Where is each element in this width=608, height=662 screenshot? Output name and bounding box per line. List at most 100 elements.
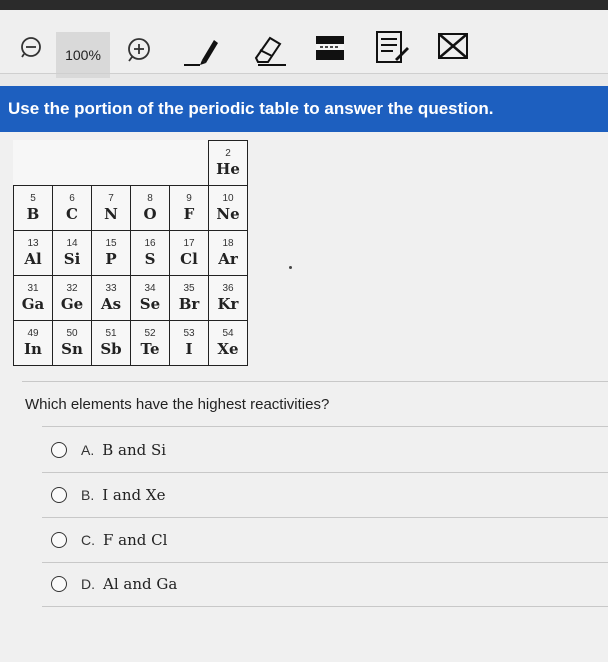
element-cell: 51 Sb bbox=[91, 320, 131, 366]
eraser-icon[interactable] bbox=[244, 30, 292, 70]
element-cell: 7N bbox=[91, 185, 131, 231]
element-cell: 34 Se bbox=[130, 275, 170, 321]
element-symbol: Ar bbox=[218, 250, 238, 268]
question-banner: Use the portion of the periodic table to… bbox=[0, 86, 608, 132]
pencil-icon[interactable] bbox=[176, 30, 224, 70]
atomic-number: 50 bbox=[66, 328, 78, 339]
element-symbol: Si bbox=[63, 250, 81, 268]
option-letter: D. bbox=[81, 576, 95, 592]
option-a[interactable]: A. B and Si bbox=[42, 428, 608, 472]
element-symbol: Se bbox=[139, 295, 161, 313]
radio-a[interactable] bbox=[51, 442, 67, 458]
element-symbol: Br bbox=[178, 295, 200, 313]
element-cell: 32 Ge bbox=[52, 275, 92, 321]
element-cell: 35 Br bbox=[169, 275, 209, 321]
atomic-number: 9 bbox=[186, 193, 192, 204]
zoom-out-icon[interactable] bbox=[16, 32, 46, 62]
zoom-in-icon[interactable] bbox=[122, 32, 156, 66]
radio-b[interactable] bbox=[51, 487, 67, 503]
element-symbol: Ga bbox=[21, 295, 45, 313]
element-symbol: In bbox=[24, 340, 42, 358]
element-cell: 8O bbox=[130, 185, 170, 231]
element-symbol: I bbox=[185, 340, 193, 358]
option-text: B and Si bbox=[102, 441, 167, 459]
element-cell: 50 Sn bbox=[52, 320, 92, 366]
option-letter: A. bbox=[81, 442, 95, 458]
banner-text: Use the portion of the periodic table to… bbox=[8, 99, 494, 118]
empty-cell bbox=[92, 141, 131, 186]
toolbar-divider bbox=[0, 73, 608, 74]
atomic-number: 51 bbox=[105, 328, 117, 339]
atomic-number: 36 bbox=[222, 283, 234, 294]
atomic-number: 35 bbox=[183, 283, 195, 294]
line-reader-icon[interactable] bbox=[312, 30, 348, 66]
toolbar: 100% bbox=[0, 10, 608, 78]
element-symbol: Ne bbox=[216, 205, 240, 223]
radio-c[interactable] bbox=[51, 532, 67, 548]
atomic-number: 16 bbox=[144, 238, 156, 249]
element-cell: 36 Kr bbox=[208, 275, 248, 321]
atomic-number: 17 bbox=[183, 238, 195, 249]
option-divider bbox=[42, 426, 608, 427]
atomic-number: 52 bbox=[144, 328, 156, 339]
option-text: F and Cl bbox=[103, 531, 168, 549]
atomic-number: 53 bbox=[183, 328, 195, 339]
atomic-number: 8 bbox=[147, 193, 153, 204]
element-cell: 49 In bbox=[13, 320, 53, 366]
top-strip bbox=[0, 0, 608, 10]
element-symbol: Xe bbox=[217, 340, 239, 358]
atomic-number: 33 bbox=[105, 283, 117, 294]
zoom-level: 100% bbox=[56, 32, 110, 78]
option-c[interactable]: C. F and Cl bbox=[42, 518, 608, 562]
section-divider bbox=[22, 381, 608, 382]
atomic-number: 7 bbox=[108, 193, 114, 204]
empty-cell bbox=[131, 141, 170, 186]
periodic-row: 5 B 6 C 7 N 8 O 9 F 10 Ne bbox=[13, 185, 248, 231]
atomic-number: 5 bbox=[30, 193, 36, 204]
empty-cell bbox=[53, 141, 92, 186]
option-text: I and Xe bbox=[102, 486, 166, 504]
atomic-number: 54 bbox=[222, 328, 234, 339]
empty-cell bbox=[170, 141, 209, 186]
atomic-number: 6 bbox=[69, 193, 75, 204]
element-cell: 5B bbox=[13, 185, 53, 231]
notepad-icon[interactable] bbox=[372, 28, 412, 68]
option-b[interactable]: B. I and Xe bbox=[42, 473, 608, 517]
element-symbol: C bbox=[66, 205, 78, 223]
periodic-row: 13 Al 14 Si 15 P 16 S 17 Cl 18 Ar bbox=[13, 230, 248, 276]
option-text: Al and Ga bbox=[103, 575, 178, 593]
atomic-number: 10 bbox=[222, 193, 234, 204]
element-cell: 52 Te bbox=[130, 320, 170, 366]
element-cell: 2 He bbox=[208, 140, 248, 186]
element-cell: 10 Ne bbox=[208, 185, 248, 231]
atomic-number: 32 bbox=[66, 283, 78, 294]
element-cell: 31 Ga bbox=[13, 275, 53, 321]
element-cell: 18 Ar bbox=[208, 230, 248, 276]
element-symbol: Kr bbox=[217, 295, 239, 313]
element-cell: 13 Al bbox=[13, 230, 53, 276]
atomic-number: 13 bbox=[27, 238, 39, 249]
element-symbol: S bbox=[144, 250, 156, 268]
atomic-number: 34 bbox=[144, 283, 156, 294]
eliminate-choice-icon[interactable] bbox=[434, 28, 472, 64]
periodic-table: 2 He 5 B 6 C 7 N 8 O 9 F 10 Ne 13 Al 14 Si 15 P 16 S 17 Cl 18 Ar 3… bbox=[13, 140, 248, 366]
element-cell: 9F bbox=[169, 185, 209, 231]
periodic-row: 2 He bbox=[14, 140, 248, 186]
element-symbol: P bbox=[105, 250, 117, 268]
element-symbol: As bbox=[100, 295, 122, 313]
atomic-number: 2 bbox=[225, 148, 231, 159]
radio-d[interactable] bbox=[51, 576, 67, 592]
element-symbol: F bbox=[183, 205, 195, 223]
element-symbol: Sb bbox=[100, 340, 122, 358]
atomic-number: 49 bbox=[27, 328, 39, 339]
stray-dot bbox=[289, 266, 292, 269]
element-cell: 14 Si bbox=[52, 230, 92, 276]
empty-cell bbox=[14, 141, 53, 186]
option-letter: C. bbox=[81, 532, 95, 548]
option-d[interactable]: D. Al and Ga bbox=[42, 562, 608, 606]
element-cell: 17 Cl bbox=[169, 230, 209, 276]
atomic-number: 18 bbox=[222, 238, 234, 249]
element-symbol: He bbox=[216, 160, 240, 178]
element-cell: 6C bbox=[52, 185, 92, 231]
element-cell: 16 S bbox=[130, 230, 170, 276]
